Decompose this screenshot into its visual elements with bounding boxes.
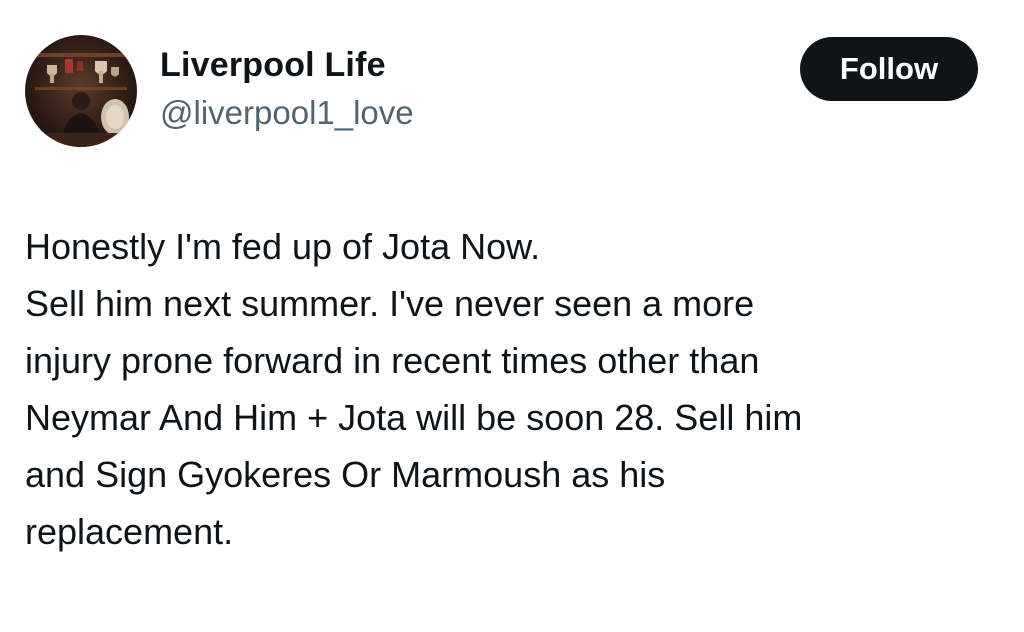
tweet-text: Honestly I'm fed up of Jota Now. Sell hi…: [25, 218, 1005, 560]
tweet-text-line: and Sign Gyokeres Or Marmoush as his: [25, 454, 666, 495]
tweet-text-line: replacement.: [25, 511, 234, 552]
display-name[interactable]: Liverpool Life: [160, 46, 386, 85]
tweet-card: Liverpool Life @liverpool1_love Follow H…: [0, 0, 1024, 632]
profile-photo-icon: [25, 53, 137, 147]
tweet-text-line: Honestly I'm fed up of Jota Now.: [25, 226, 541, 267]
user-handle[interactable]: @liverpool1_love: [160, 94, 414, 132]
follow-button[interactable]: Follow: [800, 37, 978, 101]
avatar[interactable]: [25, 35, 137, 147]
tweet-text-line: Neymar And Him + Jota will be soon 28. S…: [25, 397, 803, 438]
tweet-text-line: injury prone forward in recent times oth…: [25, 340, 760, 381]
tweet-text-line: Sell him next summer. I've never seen a …: [25, 283, 755, 324]
